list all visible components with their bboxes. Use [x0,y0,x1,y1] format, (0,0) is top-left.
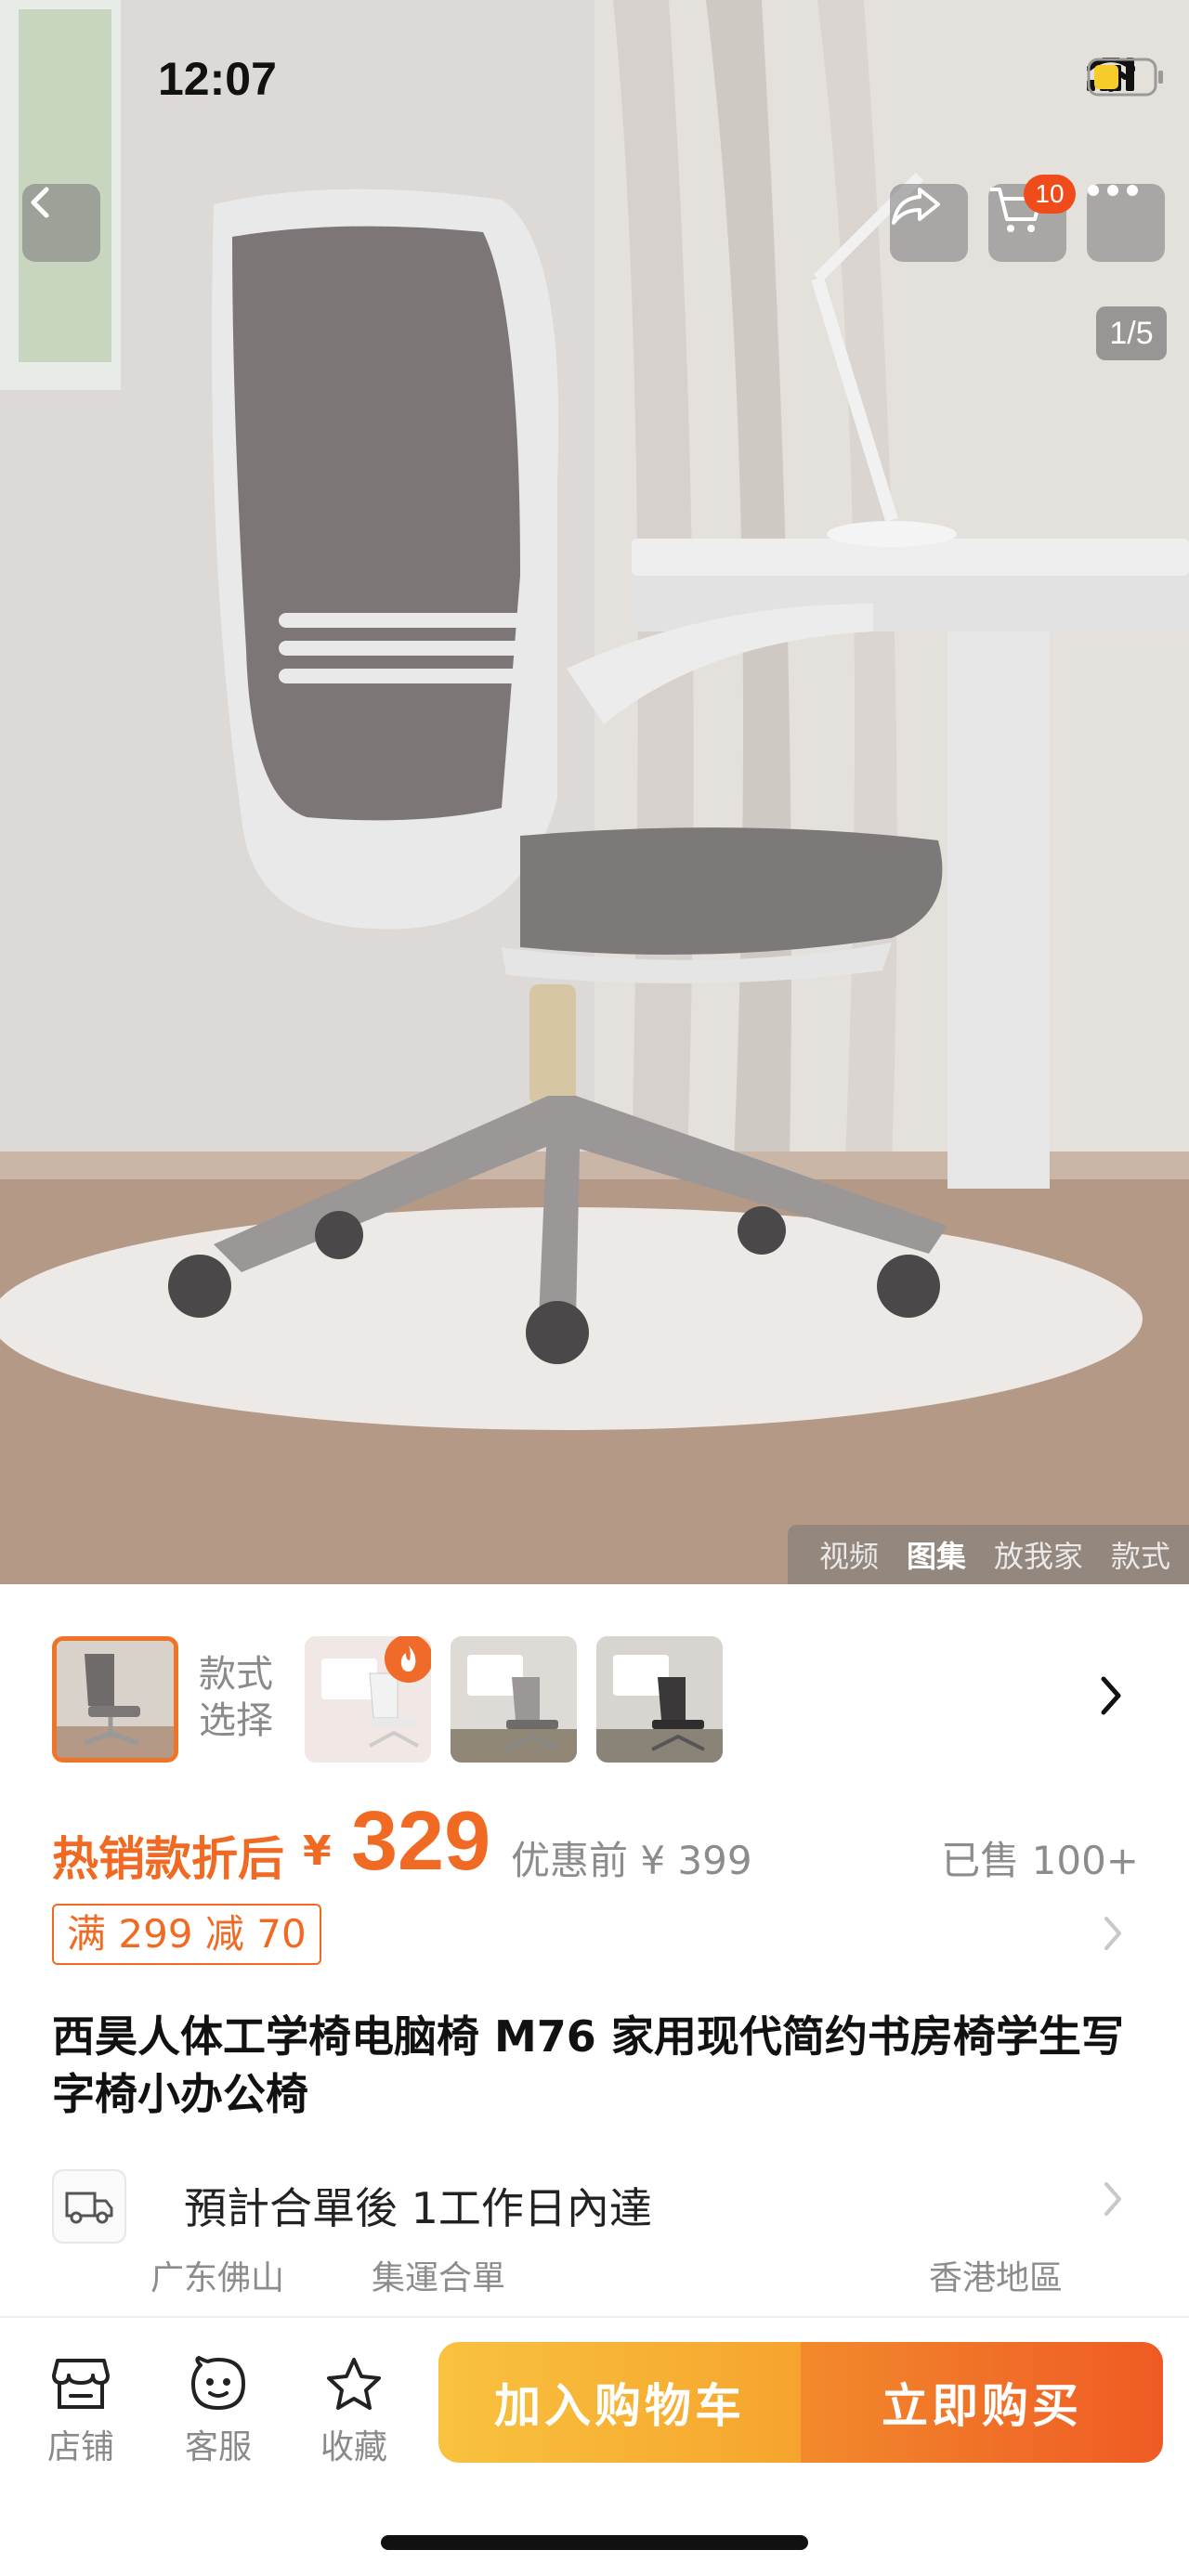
store-icon [52,2359,110,2409]
buy-now-button[interactable]: 立即购买 [801,2342,1163,2463]
favorite-label: 收藏 [320,2428,387,2466]
service-label: 客服 [184,2428,252,2466]
image-page-indicator: 1/5 [1096,306,1167,360]
share-icon [892,188,940,225]
style-select-label: 款式 选择 [199,1651,273,1744]
tab-video[interactable]: 视频 [819,1533,879,1576]
media-tabs: 视频 图集 放我家 款式 [787,1525,1189,1584]
status-bar: 12:07 [0,0,1189,158]
star-icon [327,2358,381,2410]
store-button[interactable]: 店铺 [30,2351,132,2468]
product-title: 西昊人体工学椅电脑椅 M76 家用现代简约书房椅学生写字椅小办公椅 [52,2011,1124,2119]
tab-styles[interactable]: 款式 [1111,1533,1170,1576]
tab-place-at-home[interactable]: 放我家 [994,1533,1083,1576]
favorite-button[interactable]: 收藏 [303,2351,405,2468]
customer-service-icon [191,2356,245,2410]
coupon-badge[interactable]: 满 299 减 70 [52,1904,321,1965]
chevron-right-icon[interactable] [1102,1915,1124,1952]
truck-icon [65,2192,113,2224]
add-to-cart-button[interactable]: 加入购物车 [438,2342,801,2463]
style-selector[interactable]: 款式 选择 [0,1627,1189,1766]
style-thumbnail-3[interactable] [451,1636,577,1763]
chair-black-thumbnail [596,1636,723,1763]
chevron-right-icon[interactable] [1102,2180,1124,2218]
chevron-left-icon [31,187,49,218]
chevron-right-icon[interactable] [1098,1675,1124,1716]
style-thumbnail-4[interactable] [596,1636,723,1763]
fire-icon [400,1646,416,1672]
more-button[interactable] [1087,184,1165,262]
store-label: 店铺 [46,2428,114,2466]
cart-button[interactable]: 10 [988,175,1076,262]
sold-count: 已售 100+ [941,1838,1139,1883]
price-value: 329 [351,1795,491,1888]
chair-thumbnail [57,1641,174,1758]
home-indicator[interactable] [381,2535,808,2550]
hot-badge [385,1636,431,1683]
chair-gray-thumbnail [451,1636,577,1763]
back-button[interactable] [22,184,100,262]
product-image-gallery[interactable]: 12:07 10 1/5 视频 图集 放我家 款式 [0,0,1189,1584]
route-consolidation: 集運合單 [372,2259,506,2297]
tab-gallery[interactable]: 图集 [907,1533,966,1576]
status-time: 12:07 [158,53,277,105]
route-origin: 广东佛山 [150,2259,285,2297]
battery-icon [1087,58,1163,97]
customer-service-button[interactable]: 客服 [167,2351,269,2468]
style-thumbnail-selected[interactable] [52,1636,178,1763]
price-label: 热销款折后 [52,1832,284,1886]
style-select-text: 款式 选择 [199,1653,273,1742]
share-button[interactable] [890,184,968,262]
delivery-icon-box [52,2169,126,2244]
original-price: 优惠前 ¥ 399 [511,1838,752,1883]
route-destination: 香港地區 [929,2259,1064,2297]
delivery-estimate[interactable]: 預計合單後 1工作日內達 [184,2175,652,2236]
cart-count-badge: 10 [1024,175,1076,214]
price-row: 热销款折后 ¥ 329 优惠前 ¥ 399 已售 100+ [52,1792,1139,1904]
more-icon [1088,185,1138,196]
price-currency: ¥ [303,1828,332,1875]
style-thumbnail-2[interactable] [305,1636,431,1763]
